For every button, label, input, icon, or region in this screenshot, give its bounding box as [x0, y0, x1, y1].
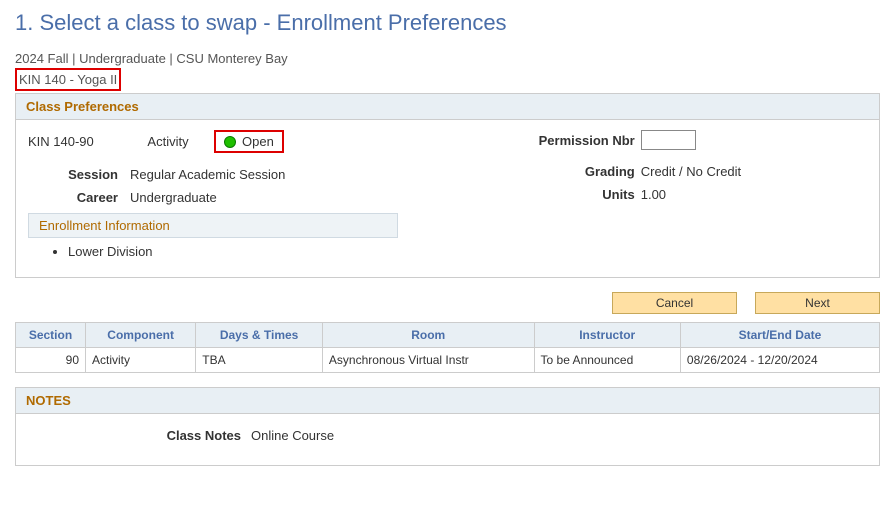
- notes-panel: NOTES Class Notes Online Course: [15, 387, 880, 466]
- status-open: Open: [214, 130, 284, 153]
- page-title: 1. Select a class to swap - Enrollment P…: [15, 10, 880, 36]
- schedule-table: Section Component Days & Times Room Inst…: [15, 322, 880, 373]
- cell-start-end: 08/26/2024 - 12/20/2024: [680, 348, 879, 373]
- col-component: Component: [86, 323, 196, 348]
- career-value: Undergraduate: [130, 190, 217, 205]
- grading-value: Credit / No Credit: [641, 164, 741, 179]
- class-notes-value: Online Course: [251, 428, 334, 443]
- status-open-text: Open: [242, 134, 274, 149]
- col-start-end: Start/End Date: [680, 323, 879, 348]
- career-label: Career: [28, 190, 118, 205]
- class-notes-label: Class Notes: [26, 428, 241, 443]
- col-instructor: Instructor: [534, 323, 680, 348]
- table-row: 90 Activity TBA Asynchronous Virtual Ins…: [16, 348, 880, 373]
- notes-header: NOTES: [16, 388, 879, 414]
- context-line: 2024 Fall | Undergraduate | CSU Monterey…: [15, 51, 880, 66]
- session-value: Regular Academic Session: [130, 167, 285, 182]
- status-open-icon: [224, 136, 236, 148]
- cell-component: Activity: [86, 348, 196, 373]
- activity-label: Activity: [128, 134, 208, 149]
- units-label: Units: [495, 187, 635, 202]
- class-preferences-panel: Class Preferences KIN 140-90 Activity Op…: [15, 93, 880, 278]
- grading-label: Grading: [495, 164, 635, 179]
- session-label: Session: [28, 167, 118, 182]
- cell-room: Asynchronous Virtual Instr: [322, 348, 534, 373]
- section-code: KIN 140-90: [28, 134, 128, 149]
- next-button[interactable]: Next: [755, 292, 880, 314]
- cell-days-times: TBA: [196, 348, 323, 373]
- units-value: 1.00: [641, 187, 666, 202]
- permission-label: Permission Nbr: [495, 133, 635, 148]
- class-preferences-header: Class Preferences: [16, 94, 879, 120]
- cell-instructor: To be Announced: [534, 348, 680, 373]
- enrollment-info-header: Enrollment Information: [28, 213, 398, 238]
- col-days-times: Days & Times: [196, 323, 323, 348]
- col-room: Room: [322, 323, 534, 348]
- cancel-button[interactable]: Cancel: [612, 292, 737, 314]
- cell-section: 90: [16, 348, 86, 373]
- course-code: KIN 140 - Yoga II: [15, 68, 121, 91]
- enrollment-bullet: Lower Division: [68, 244, 475, 259]
- permission-nbr-input[interactable]: [641, 130, 696, 150]
- col-section: Section: [16, 323, 86, 348]
- action-buttons: Cancel Next: [15, 292, 880, 314]
